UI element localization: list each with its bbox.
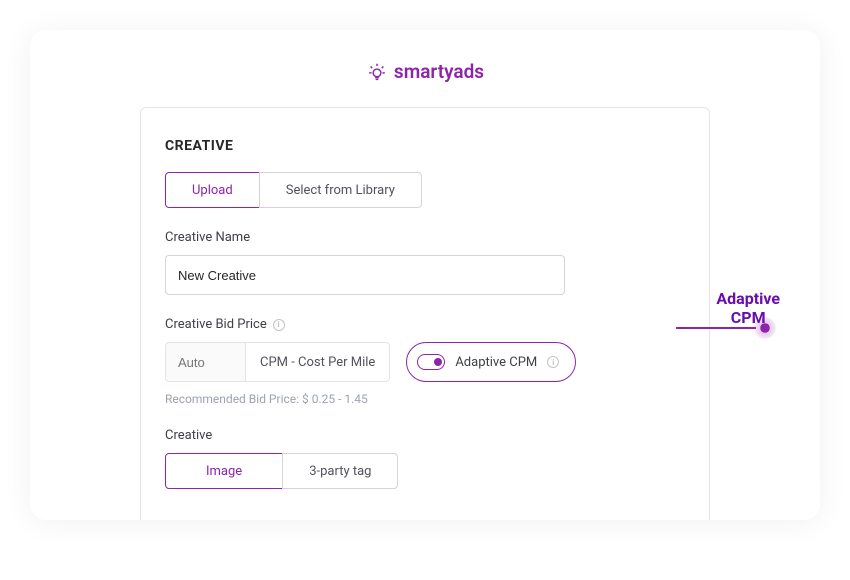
tab-image[interactable]: Image (165, 453, 283, 489)
adaptive-cpm-callout: AdaptiveCPM (676, 317, 776, 339)
bid-price-group: CPM - Cost Per Mile (165, 342, 390, 382)
adaptive-cpm-toggle[interactable]: Adaptive CPM i (406, 342, 576, 382)
lightbulb-icon (366, 61, 388, 83)
creative-name-label: Creative Name (165, 230, 685, 245)
tab-select-from-library[interactable]: Select from Library (259, 172, 422, 208)
callout-text: AdaptiveCPM (716, 289, 780, 327)
creative-panel: CREATIVE Upload Select from Library Crea… (140, 107, 710, 520)
bid-model-select[interactable]: CPM - Cost Per Mile (245, 342, 390, 382)
creative-name-input[interactable] (165, 255, 565, 295)
brand-name: smartyads (394, 60, 484, 83)
bid-auto-input[interactable] (165, 342, 245, 382)
section-title: CREATIVE (165, 138, 685, 154)
info-icon[interactable]: i (273, 319, 285, 331)
recommended-bid-hint: Recommended Bid Price: $ 0.25 - 1.45 (165, 392, 685, 406)
brand-logo: smartyads (30, 60, 820, 83)
creative-type-label: Creative (165, 428, 685, 443)
bid-price-label: Creative Bid Price i (165, 317, 685, 332)
tab-upload[interactable]: Upload (165, 172, 260, 208)
creative-type-tabs: Image 3-party tag (165, 453, 685, 489)
source-tabs: Upload Select from Library (165, 172, 685, 208)
info-icon[interactable]: i (547, 356, 559, 368)
toggle-switch-icon (417, 354, 445, 370)
tab-3party-tag[interactable]: 3-party tag (282, 453, 398, 489)
